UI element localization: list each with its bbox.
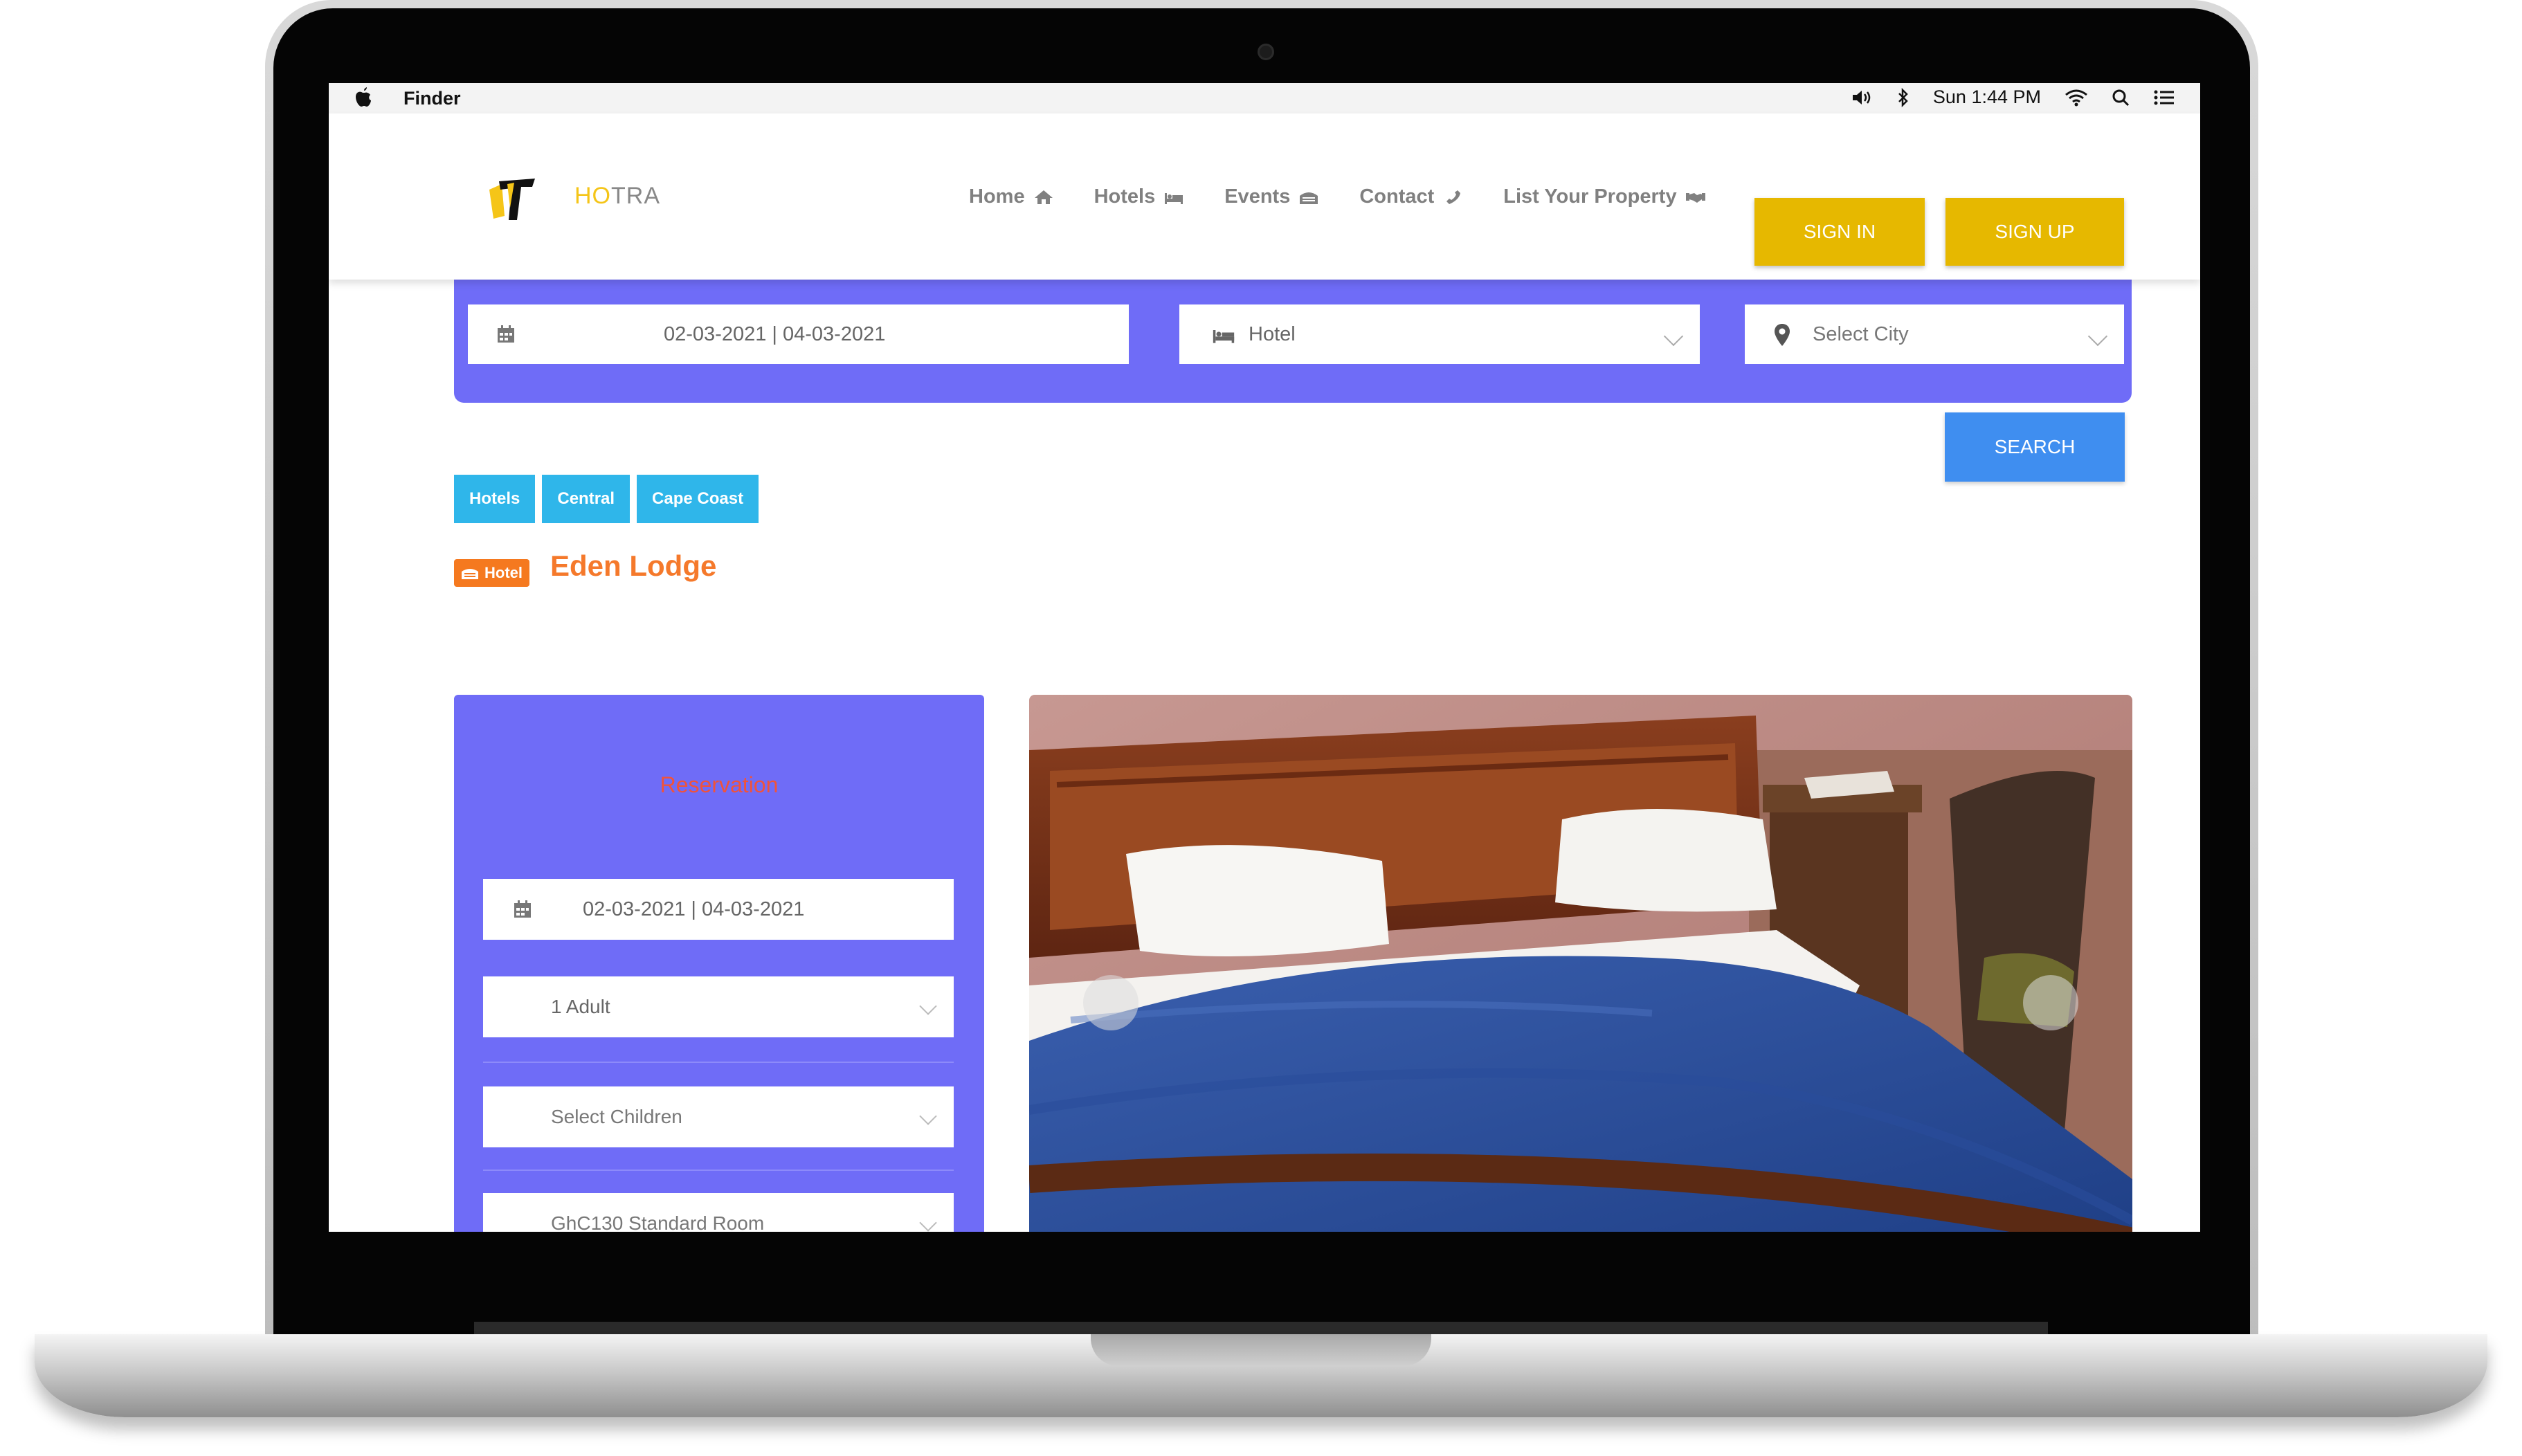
- reservation-date-input[interactable]: 02-03-2021 | 04-03-2021: [483, 879, 954, 940]
- nav-home[interactable]: Home: [969, 185, 1054, 208]
- hotel-icon: [462, 569, 478, 579]
- city-placeholder: Select City: [1813, 322, 1909, 345]
- nav-list-property[interactable]: List Your Property: [1503, 185, 1705, 208]
- logo-text[interactable]: HOTRA: [574, 183, 660, 210]
- bed-icon: [1165, 192, 1183, 204]
- adults-select[interactable]: 1 Adult: [483, 976, 954, 1037]
- nav-hotels[interactable]: Hotels: [1094, 185, 1185, 208]
- chevron-down-icon: [1663, 326, 1684, 347]
- nav-contact[interactable]: Contact: [1359, 185, 1463, 208]
- chevron-down-icon: [919, 1107, 937, 1125]
- search-button[interactable]: SEARCH: [1945, 412, 2125, 482]
- phone-icon: [1446, 190, 1461, 204]
- breadcrumb-city[interactable]: Cape Coast: [637, 475, 759, 523]
- spotlight-icon[interactable]: [2112, 89, 2130, 107]
- home-icon: [1034, 190, 1053, 204]
- chevron-down-icon: [2087, 326, 2108, 347]
- adults-value: 1 Adult: [551, 996, 610, 1017]
- handshake-icon: [1685, 192, 1705, 203]
- site-header: HOTRA Home Hotels Events Contact List Yo…: [329, 113, 2200, 280]
- sign-up-button[interactable]: SIGN UP: [1945, 198, 2124, 266]
- children-select[interactable]: Select Children: [483, 1086, 954, 1147]
- nav-events[interactable]: Events: [1224, 185, 1319, 208]
- volume-icon[interactable]: [1851, 89, 1874, 107]
- room-select[interactable]: GhC130 Standard Room: [483, 1193, 954, 1232]
- city-select[interactable]: Select City: [1745, 304, 2124, 364]
- hotel-badge-label: Hotel: [484, 564, 523, 581]
- page-title: Eden Lodge: [550, 549, 717, 582]
- map-pin-icon: [1775, 324, 1790, 346]
- hotel-badge: Hotel: [454, 559, 529, 587]
- screen: Finder Sun 1:44 PM HOTRA Home Hotels Eve…: [329, 83, 2200, 1232]
- apple-icon[interactable]: [354, 87, 372, 108]
- laptop-notch: [1091, 1334, 1431, 1366]
- calendar-icon: [1300, 192, 1318, 204]
- nav-hotels-label: Hotels: [1094, 185, 1156, 208]
- reservation-title: Reservation: [660, 772, 779, 797]
- menu-app-name[interactable]: Finder: [403, 88, 461, 109]
- room-value: GhC130 Standard Room: [551, 1212, 765, 1232]
- nav-events-label: Events: [1224, 185, 1291, 208]
- breadcrumb-region[interactable]: Central: [542, 475, 630, 523]
- divider: [483, 1062, 954, 1063]
- children-placeholder: Select Children: [551, 1106, 682, 1127]
- bed-icon: [1213, 330, 1235, 343]
- bluetooth-icon[interactable]: [1897, 87, 1909, 107]
- menu-bar: Finder Sun 1:44 PM: [329, 83, 2200, 114]
- reservation-panel: Reservation 02-03-2021 | 04-03-2021 1 Ad…: [454, 695, 984, 1232]
- sign-in-button[interactable]: SIGN IN: [1754, 198, 1925, 266]
- date-range-input[interactable]: 02-03-2021 | 04-03-2021: [468, 304, 1129, 364]
- carousel-next-button[interactable]: [2023, 975, 2078, 1030]
- divider: [483, 1170, 954, 1171]
- laptop-hinge: [474, 1322, 2048, 1336]
- hotel-room-photo: [1029, 695, 2132, 1232]
- logo-icon[interactable]: [487, 177, 538, 221]
- control-center-icon[interactable]: [2153, 89, 2175, 106]
- nav-list-property-label: List Your Property: [1503, 185, 1677, 208]
- search-panel: 02-03-2021 | 04-03-2021 Hotel Select Cit…: [454, 280, 2132, 403]
- nav-contact-label: Contact: [1359, 185, 1435, 208]
- breadcrumb-hotels[interactable]: Hotels: [454, 475, 536, 523]
- property-type-value: Hotel: [1249, 322, 1296, 345]
- calendar-icon: [498, 325, 514, 343]
- menu-clock[interactable]: Sun 1:44 PM: [1933, 87, 2041, 108]
- status-items: Sun 1:44 PM: [1851, 87, 2175, 108]
- breadcrumb: Hotels Central Cape Coast: [454, 475, 759, 523]
- calendar-icon: [514, 900, 531, 918]
- property-type-select[interactable]: Hotel: [1179, 304, 1700, 364]
- main-nav: Home Hotels Events Contact List Your Pro…: [969, 185, 1706, 208]
- reservation-date-value: 02-03-2021 | 04-03-2021: [583, 898, 805, 920]
- chevron-down-icon: [919, 997, 937, 1015]
- room-image: [1029, 695, 2132, 1232]
- nav-home-label: Home: [969, 185, 1025, 208]
- date-range-value: 02-03-2021 | 04-03-2021: [664, 322, 886, 345]
- camera-icon: [1258, 44, 1274, 60]
- wifi-icon[interactable]: [2065, 89, 2088, 107]
- chevron-down-icon: [919, 1214, 937, 1232]
- carousel-prev-button[interactable]: [1083, 975, 1138, 1030]
